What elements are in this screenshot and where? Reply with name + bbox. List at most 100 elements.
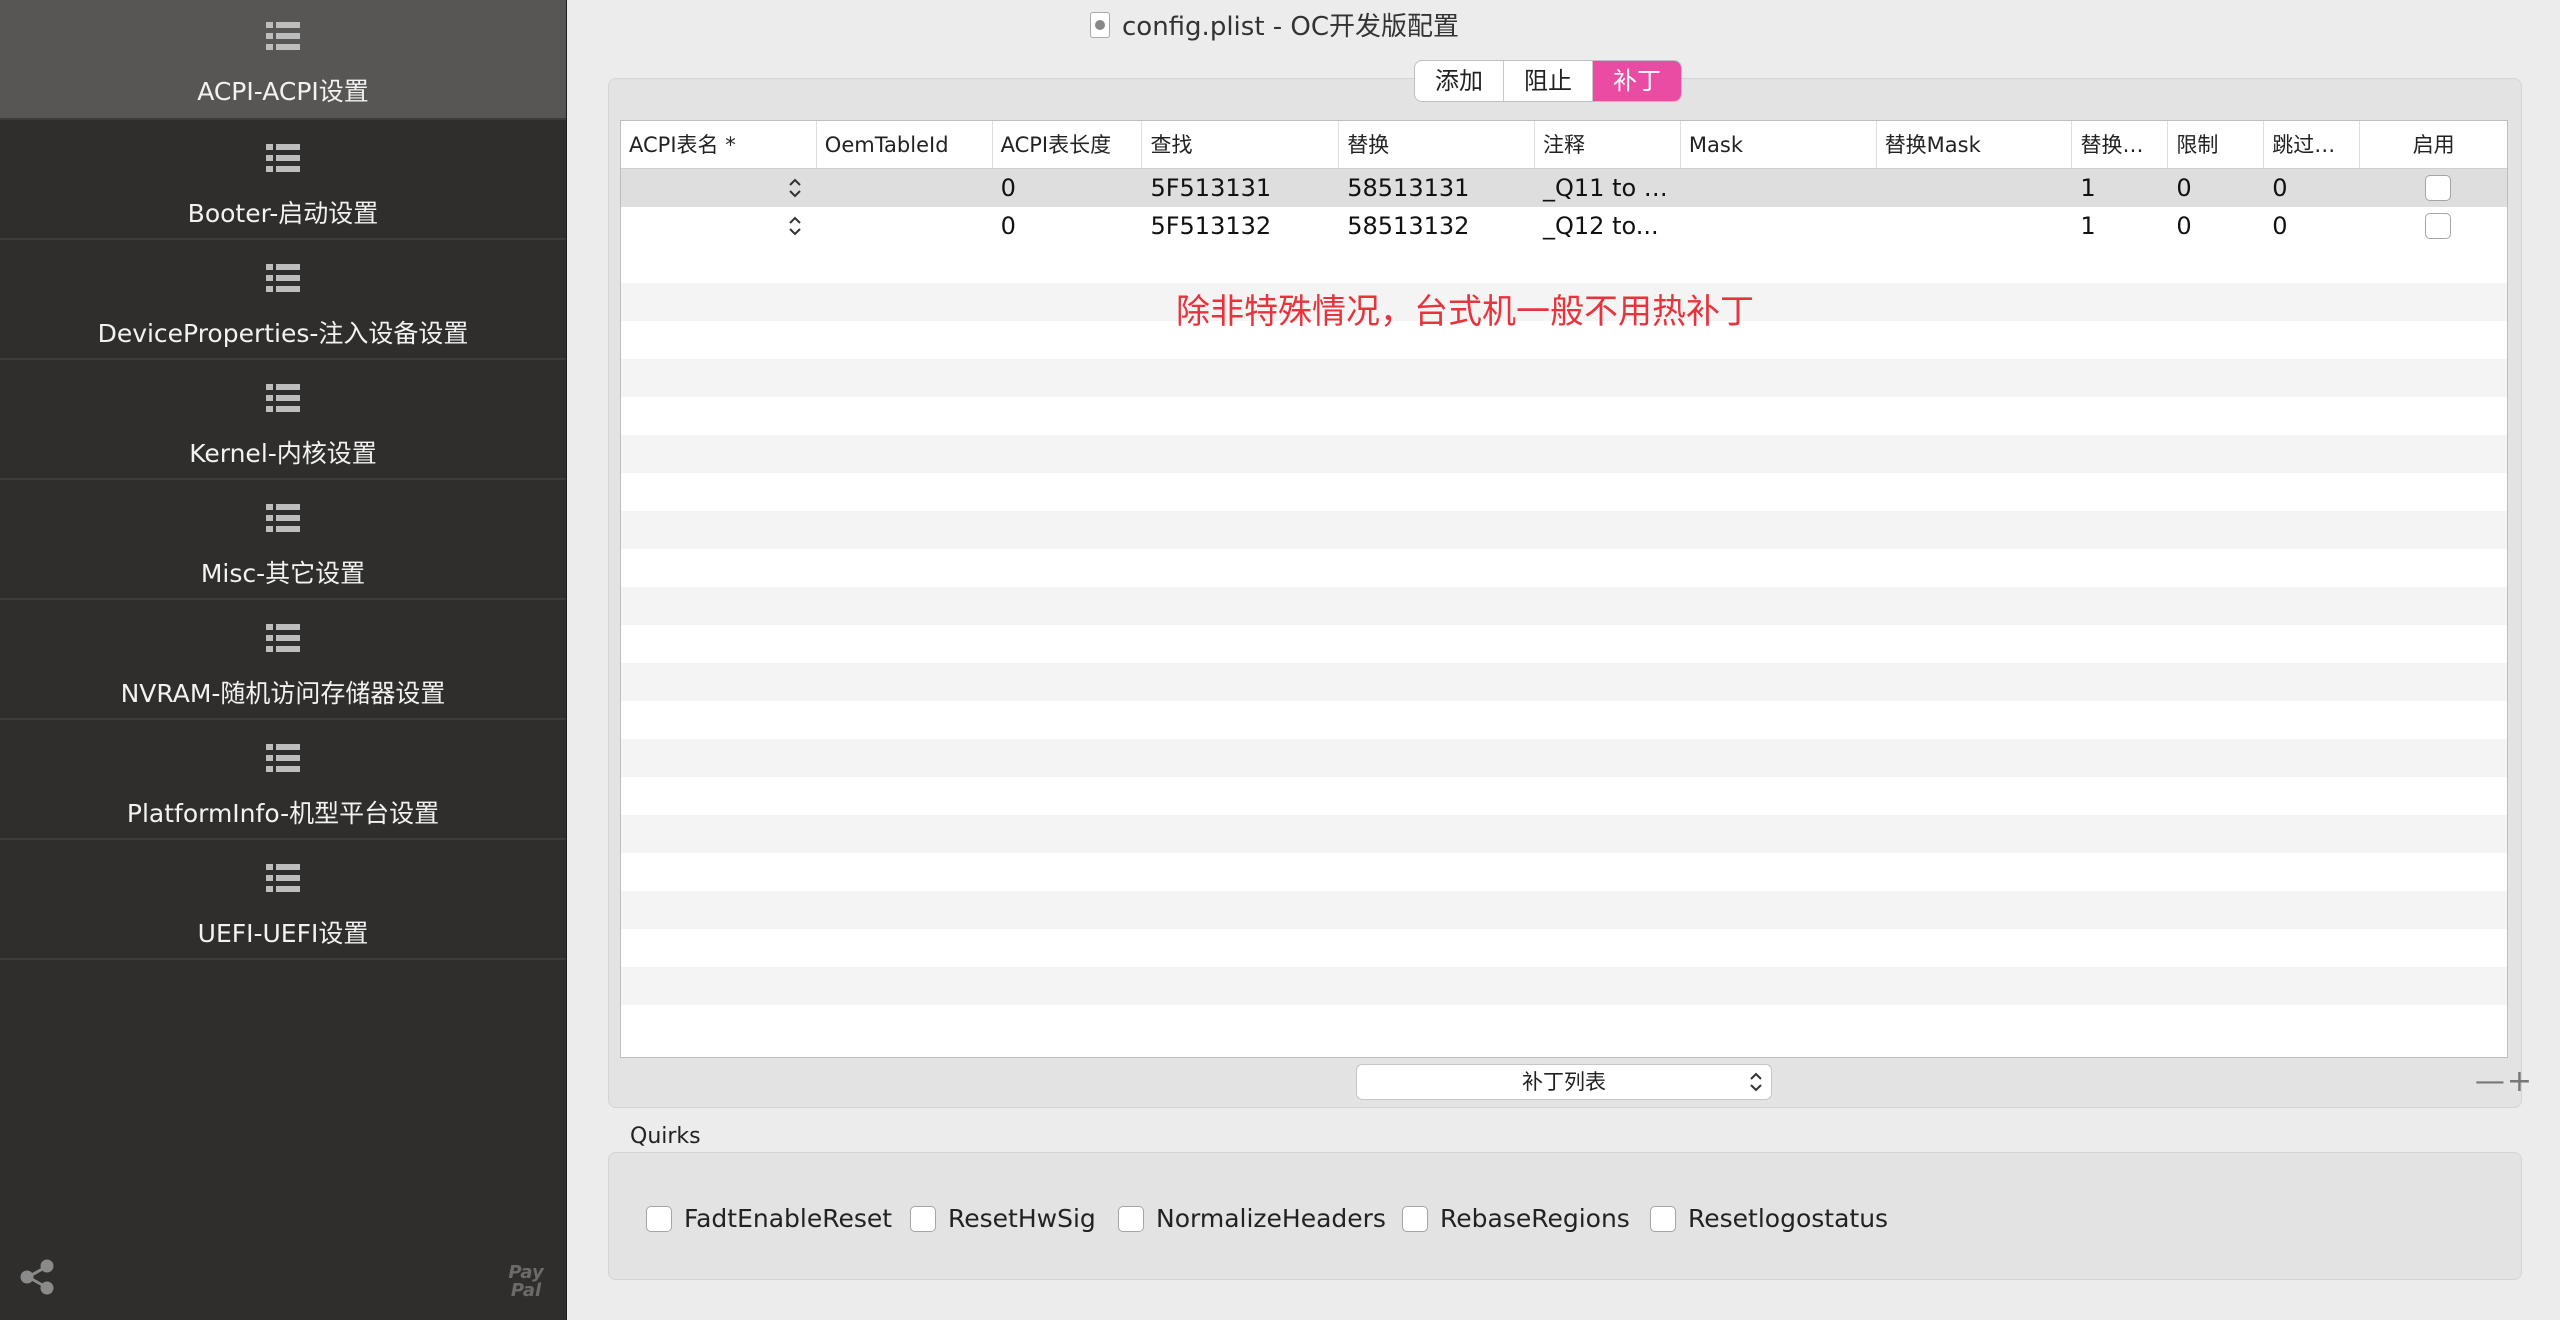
paypal-icon[interactable]: Pay Pal xyxy=(508,1264,544,1300)
cell-table-length[interactable]: 0 xyxy=(993,174,1143,202)
column-header[interactable]: 启用 xyxy=(2360,121,2507,168)
table-row-empty xyxy=(621,967,2507,1005)
window-title: config.plist - OC开发版配置 xyxy=(1090,6,1459,43)
table-row-empty xyxy=(621,397,2507,435)
quirk-rebaseregions[interactable]: RebaseRegions xyxy=(1402,1204,1630,1233)
acpi-segmented-control: 添加 阻止 补丁 xyxy=(1414,60,1682,102)
cell-skip[interactable]: 0 xyxy=(2264,174,2360,202)
segment-block[interactable]: 阻止 xyxy=(1504,61,1593,101)
quirk-checkbox[interactable] xyxy=(910,1205,936,1232)
sidebar-item-label: UEFI-UEFI设置 xyxy=(197,919,369,948)
column-header[interactable]: 限制 xyxy=(2168,121,2265,168)
table-row-empty xyxy=(621,701,2507,739)
table-row-empty xyxy=(621,359,2507,397)
quirk-fadtenablereset[interactable]: FadtEnableReset xyxy=(646,1204,892,1233)
column-header[interactable]: Mask xyxy=(1681,121,1877,168)
quirk-label: NormalizeHeaders xyxy=(1156,1204,1386,1233)
sidebar-item-platforminfo[interactable]: PlatformInfo-机型平台设置 xyxy=(0,720,566,840)
quirk-resethwsig[interactable]: ResetHwSig xyxy=(910,1204,1096,1233)
sidebar-item-label: DeviceProperties-注入设备设置 xyxy=(97,319,469,348)
cell-find[interactable]: 5F513132 xyxy=(1142,212,1339,240)
cell-skip[interactable]: 0 xyxy=(2264,212,2360,240)
segment-add[interactable]: 添加 xyxy=(1415,61,1504,101)
column-header[interactable]: 替换 xyxy=(1339,121,1536,168)
column-header[interactable]: 注释 xyxy=(1535,121,1681,168)
list-icon xyxy=(266,504,300,532)
cell-find[interactable]: 5F513131 xyxy=(1142,174,1339,202)
column-header[interactable]: 跳过… xyxy=(2264,121,2361,168)
enabled-checkbox[interactable] xyxy=(2424,213,2451,239)
table-row-empty xyxy=(621,473,2507,511)
table-row-empty xyxy=(621,511,2507,549)
cell-count[interactable]: 1 xyxy=(2072,174,2168,202)
sidebar-item-kernel[interactable]: Kernel-内核设置 xyxy=(0,360,566,480)
sidebar-item-label: Kernel-内核设置 xyxy=(189,439,377,468)
table-row-empty xyxy=(621,549,2507,587)
window-title-text: config.plist - OC开发版配置 xyxy=(1122,12,1460,42)
table-sig-stepper[interactable] xyxy=(621,214,817,238)
sidebar-item-misc[interactable]: Misc-其它设置 xyxy=(0,480,566,600)
column-header[interactable]: 查找 xyxy=(1142,121,1340,168)
table-row-empty xyxy=(621,853,2507,891)
cell-limit[interactable]: 0 xyxy=(2168,212,2264,240)
patch-table: ACPI表名 * OemTableId ACPI表长度 查找 替换 注释 Mas… xyxy=(620,120,2508,1058)
sidebar-item-label: ACPI-ACPI设置 xyxy=(197,77,369,106)
cell-table-length[interactable]: 0 xyxy=(993,212,1143,240)
table-row-empty xyxy=(621,625,2507,663)
list-icon xyxy=(266,384,300,412)
row-add-remove: — + xyxy=(2475,1064,2532,1100)
add-row-button[interactable]: + xyxy=(2507,1064,2532,1100)
column-header[interactable]: ACPI表长度 xyxy=(993,121,1143,168)
cell-limit[interactable]: 0 xyxy=(2168,174,2264,202)
sidebar-item-deviceproperties[interactable]: DeviceProperties-注入设备设置 xyxy=(0,240,566,360)
quirk-checkbox[interactable] xyxy=(646,1205,672,1232)
cell-replace[interactable]: 58513131 xyxy=(1339,174,1535,202)
table-row-empty xyxy=(621,739,2507,777)
cell-count[interactable]: 1 xyxy=(2072,212,2168,240)
document-icon xyxy=(1090,11,1110,38)
column-header[interactable]: ACPI表名 * xyxy=(621,121,817,168)
quirks-label: Quirks xyxy=(630,1124,701,1149)
patch-list-popup[interactable]: 补丁列表 xyxy=(1356,1064,1772,1100)
sidebar-item-booter[interactable]: Booter-启动设置 xyxy=(0,120,566,240)
column-header[interactable]: OemTableId xyxy=(817,121,993,168)
cell-comment[interactable]: _Q11 to X... xyxy=(1535,174,1681,202)
quirk-label: ResetHwSig xyxy=(948,1204,1096,1233)
table-row[interactable]: 0 5F513131 58513131 _Q11 to X... 1 0 0 xyxy=(621,169,2507,207)
share-icon[interactable] xyxy=(18,1258,56,1296)
quirk-checkbox[interactable] xyxy=(1650,1205,1676,1232)
cell-comment[interactable]: _Q12 to... xyxy=(1535,212,1681,240)
table-row[interactable]: 0 5F513132 58513132 _Q12 to... 1 0 0 xyxy=(621,207,2507,245)
chevron-updown-icon xyxy=(1750,1072,1762,1092)
list-icon xyxy=(266,264,300,292)
enabled-checkbox[interactable] xyxy=(2424,175,2451,201)
table-sig-stepper[interactable] xyxy=(621,176,817,200)
desktop-hotpatch-note: 除非特殊情况，台式机一般不用热补丁 xyxy=(1176,292,1754,332)
table-header: ACPI表名 * OemTableId ACPI表长度 查找 替换 注释 Mas… xyxy=(621,121,2507,169)
quirk-normalizeheaders[interactable]: NormalizeHeaders xyxy=(1118,1204,1386,1233)
table-row-empty xyxy=(621,929,2507,967)
table-row-empty xyxy=(621,245,2507,283)
sidebar-item-label: Booter-启动设置 xyxy=(187,199,379,228)
remove-row-button[interactable]: — xyxy=(2475,1064,2505,1100)
column-header[interactable]: 替换Mask xyxy=(1877,121,2073,168)
table-row-empty xyxy=(621,777,2507,815)
table-row-empty xyxy=(621,587,2507,625)
table-row-empty xyxy=(621,435,2507,473)
quirk-label: Resetlogostatus xyxy=(1688,1204,1889,1233)
cell-replace[interactable]: 58513132 xyxy=(1339,212,1535,240)
segment-patch[interactable]: 补丁 xyxy=(1593,61,1681,101)
sidebar-item-acpi[interactable]: ACPI-ACPI设置 xyxy=(0,0,566,120)
table-row-empty xyxy=(621,815,2507,853)
table-row-empty xyxy=(621,891,2507,929)
sidebar-item-label: PlatformInfo-机型平台设置 xyxy=(126,799,440,828)
list-icon xyxy=(266,744,300,772)
quirk-checkbox[interactable] xyxy=(1402,1205,1428,1232)
quirk-resetlogostatus[interactable]: Resetlogostatus xyxy=(1650,1204,1888,1233)
quirk-checkbox[interactable] xyxy=(1118,1205,1144,1232)
sidebar-item-uefi[interactable]: UEFI-UEFI设置 xyxy=(0,840,566,960)
sidebar-item-nvram[interactable]: NVRAM-随机访问存储器设置 xyxy=(0,600,566,720)
column-header[interactable]: 替换… xyxy=(2072,121,2169,168)
table-row-empty xyxy=(621,663,2507,701)
list-icon xyxy=(266,144,300,172)
